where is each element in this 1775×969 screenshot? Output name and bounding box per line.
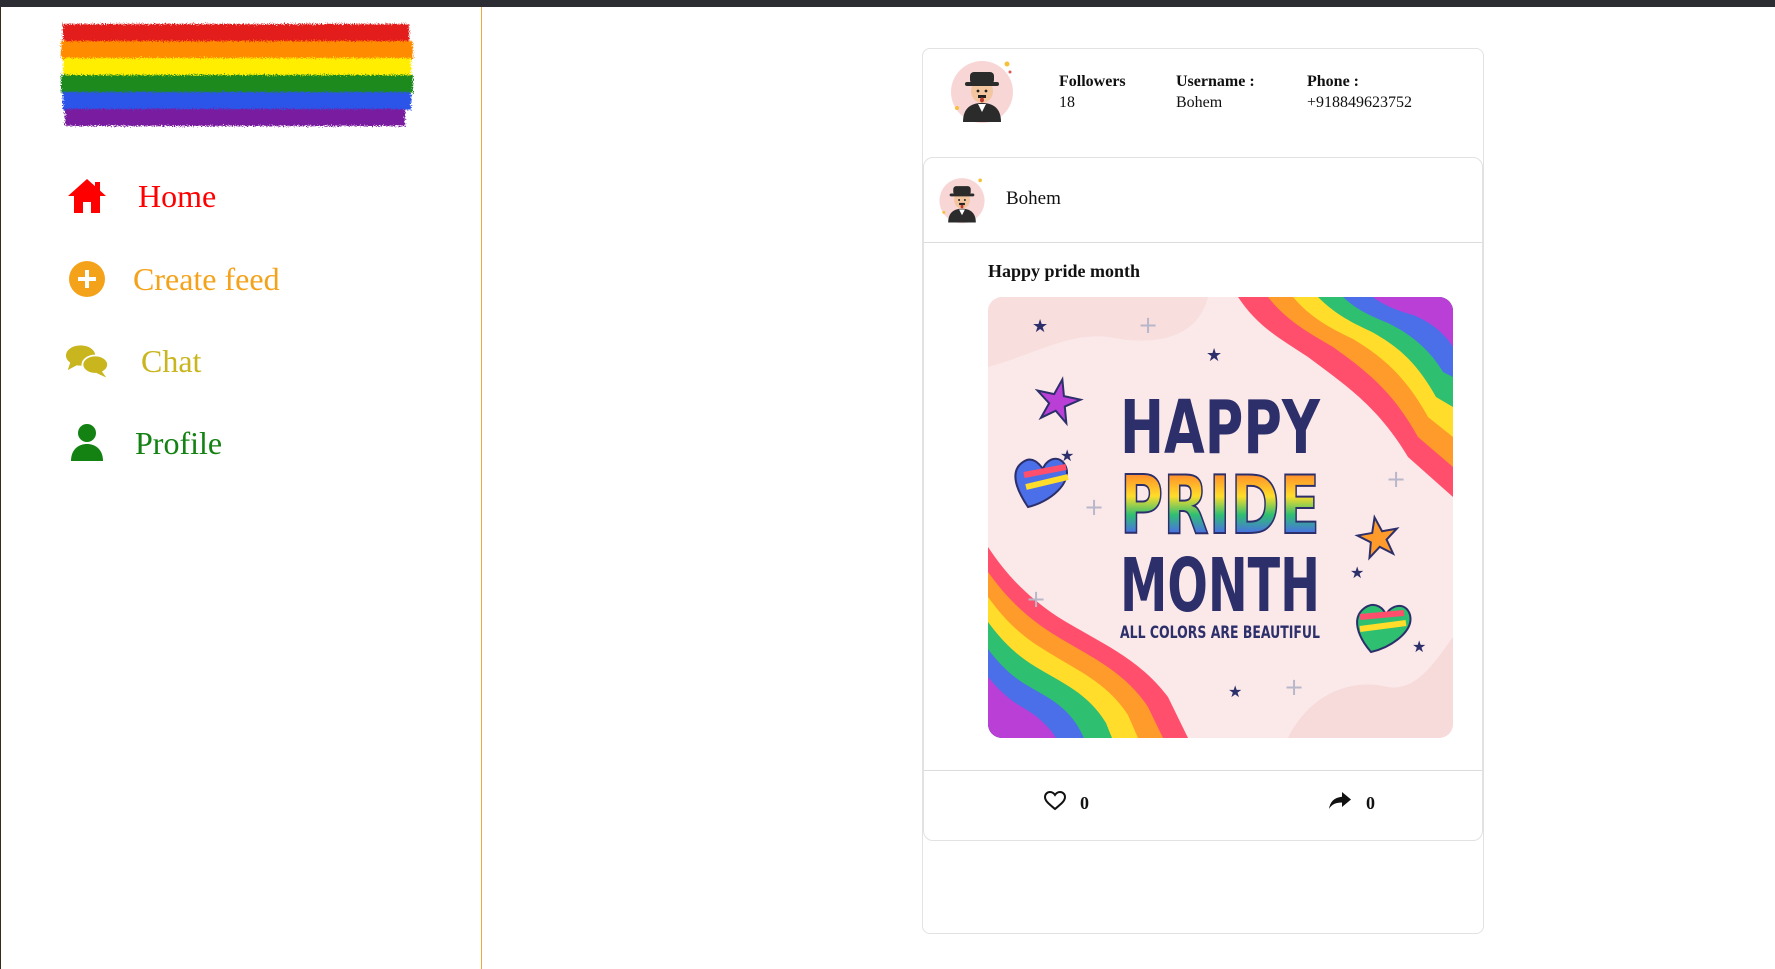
svg-text:+: + xyxy=(1026,585,1046,613)
username-stat: Username : Bohem xyxy=(1176,71,1255,113)
svg-text:★: ★ xyxy=(1032,316,1048,337)
sidebar-item-label: Chat xyxy=(141,342,202,379)
sidebar-item-profile[interactable]: Profile xyxy=(65,421,222,465)
share-arrow-icon xyxy=(1328,791,1352,816)
post-actions: 0 0 xyxy=(924,770,1482,841)
sidebar-item-label: Create feed xyxy=(133,260,280,297)
plus-circle-icon xyxy=(65,257,109,301)
rainbow-flag-logo xyxy=(61,24,413,126)
sidebar-item-chat[interactable]: Chat xyxy=(65,339,201,383)
post-header: Bohem xyxy=(924,158,1482,243)
followers-stat: Followers 18 xyxy=(1059,71,1126,113)
post-author-name[interactable]: Bohem xyxy=(1006,188,1061,210)
svg-text:+: + xyxy=(1138,311,1158,339)
username-value: Bohem xyxy=(1176,94,1223,111)
sidebar-item-label: Home xyxy=(138,177,217,214)
phone-value: +918849623752 xyxy=(1307,94,1413,111)
svg-text:★: ★ xyxy=(1206,345,1222,366)
sidebar-item-home[interactable]: Home xyxy=(65,174,216,218)
post-title: Happy pride month xyxy=(988,261,1141,281)
sidebar-item-create-feed[interactable]: Create feed xyxy=(65,257,280,301)
like-button[interactable]: 0 xyxy=(1043,790,1089,816)
share-count: 0 xyxy=(1366,793,1375,813)
image-headline-line3: MONTH xyxy=(1120,543,1320,629)
image-tagline: ALL COLORS ARE BEAUTIFUL xyxy=(1120,623,1320,643)
post-image[interactable]: ★ ★ ★ ★ ★ ★ + + + + + HAPPY PRIDE MONTH … xyxy=(988,297,1453,738)
phone-label: Phone : xyxy=(1307,73,1359,90)
user-icon xyxy=(65,421,109,465)
sidebar-item-label: Profile xyxy=(135,424,223,461)
phone-stat: Phone : +918849623752 xyxy=(1307,71,1412,113)
profile-header: Followers 18 Username : Bohem Phone : +9… xyxy=(923,49,1483,157)
svg-text:★: ★ xyxy=(1350,563,1364,582)
sidebar: Home Create feed Chat Profile xyxy=(0,7,482,969)
image-headline-line2: PRIDE xyxy=(1120,459,1320,552)
home-icon xyxy=(65,174,109,218)
svg-text:★: ★ xyxy=(1412,637,1426,656)
followers-label: Followers xyxy=(1059,73,1126,90)
feed-panel: Followers 18 Username : Bohem Phone : +9… xyxy=(922,48,1484,934)
svg-text:+: + xyxy=(1284,673,1304,701)
share-button[interactable]: 0 xyxy=(1328,791,1375,816)
avatar[interactable] xyxy=(949,58,1015,124)
avatar[interactable] xyxy=(938,176,986,224)
followers-value: 18 xyxy=(1059,94,1075,111)
svg-text:★: ★ xyxy=(1228,682,1242,701)
heart-icon xyxy=(1043,790,1067,816)
window-top-bar xyxy=(0,0,1775,7)
chat-bubbles-icon xyxy=(65,339,109,383)
svg-text:+: + xyxy=(1386,465,1406,493)
feed-post: Bohem Happy pride month ★ ★ ★ ★ ★ ★ + + … xyxy=(923,157,1483,841)
like-count: 0 xyxy=(1080,793,1089,813)
username-label: Username : xyxy=(1176,73,1255,90)
svg-text:+: + xyxy=(1084,493,1104,521)
